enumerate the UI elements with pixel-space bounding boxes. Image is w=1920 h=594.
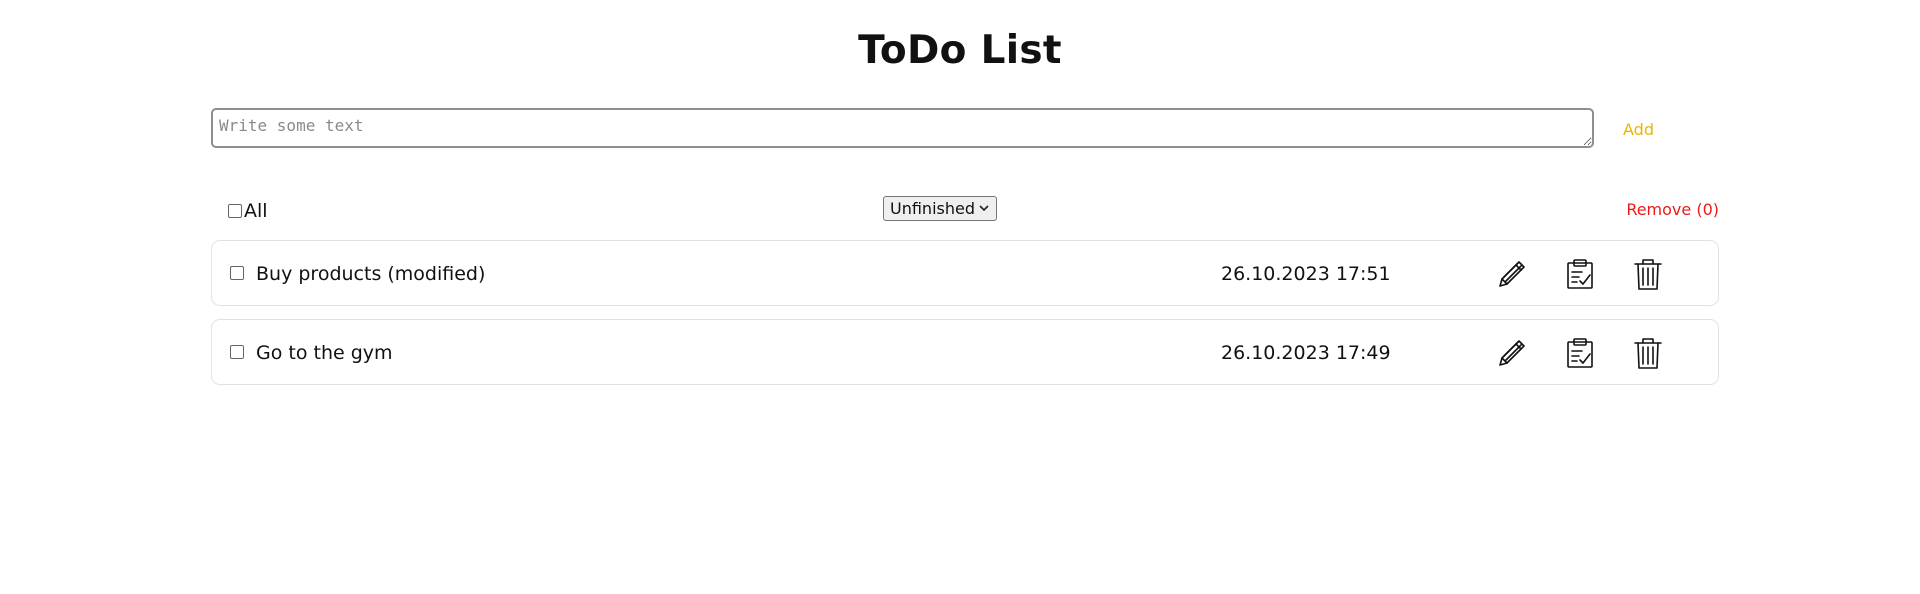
new-todo-row: Add	[211, 108, 1731, 152]
todo-date: 26.10.2023 17:49	[1221, 342, 1391, 364]
chevron-down-icon	[979, 205, 989, 212]
todo-text: Buy products (modified)	[256, 263, 486, 285]
filter-row: All Unfinished Remove (0)	[211, 196, 1719, 228]
remove-selected-button[interactable]: Remove (0)	[1626, 200, 1719, 219]
status-filter-value: Unfinished	[890, 199, 975, 218]
trash-icon	[1634, 259, 1662, 290]
new-todo-input[interactable]	[211, 108, 1594, 148]
select-all-label: All	[244, 200, 268, 222]
trash-icon	[1634, 338, 1662, 369]
delete-button[interactable]	[1630, 335, 1666, 371]
edit-button[interactable]	[1494, 335, 1530, 371]
add-button[interactable]: Add	[1623, 120, 1654, 139]
select-all-toggle[interactable]: All	[228, 200, 268, 222]
pencil-icon	[1499, 261, 1525, 287]
todo-date: 26.10.2023 17:51	[1221, 263, 1391, 285]
mark-done-button[interactable]	[1562, 256, 1598, 292]
pencil-icon	[1499, 340, 1525, 366]
todo-text: Go to the gym	[256, 342, 393, 364]
todo-checkbox[interactable]	[230, 345, 244, 359]
select-all-checkbox[interactable]	[228, 204, 242, 218]
clipboard-check-icon	[1567, 338, 1593, 368]
edit-button[interactable]	[1494, 256, 1530, 292]
todo-checkbox[interactable]	[230, 266, 244, 280]
todo-item: Go to the gym 26.10.2023 17:49	[211, 319, 1719, 385]
delete-button[interactable]	[1630, 256, 1666, 292]
status-filter-select[interactable]: Unfinished	[883, 196, 997, 221]
clipboard-check-icon	[1567, 259, 1593, 289]
page-title: ToDo List	[858, 28, 1062, 73]
todo-page: ToDo List Add All Unfinished Remove (0) …	[0, 0, 1920, 594]
mark-done-button[interactable]	[1562, 335, 1598, 371]
todo-item: Buy products (modified) 26.10.2023 17:51	[211, 240, 1719, 306]
